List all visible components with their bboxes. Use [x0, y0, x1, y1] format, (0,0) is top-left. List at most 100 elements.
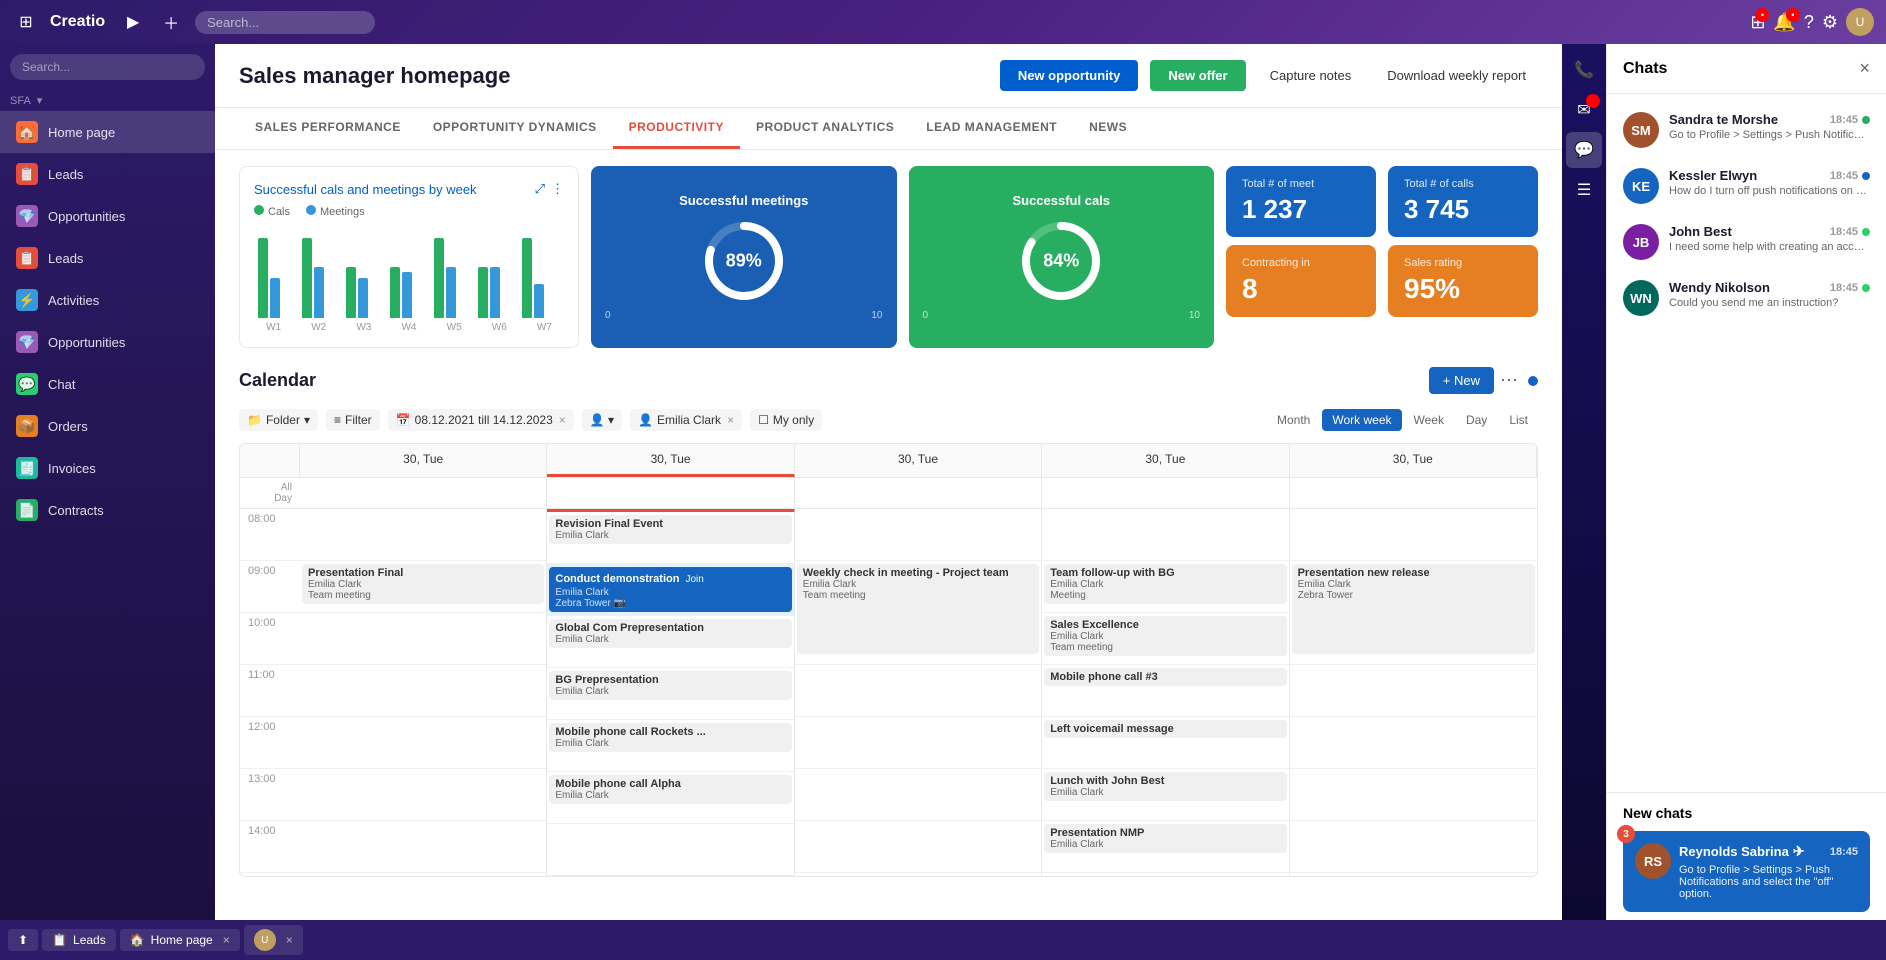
filter-person-clear[interactable]: × — [727, 413, 734, 427]
chart-bar-label: W7 — [525, 322, 564, 333]
top-search-input[interactable] — [195, 11, 375, 34]
capture-notes-button[interactable]: Capture notes — [1258, 60, 1364, 91]
email-icon[interactable]: ✉ — [1566, 92, 1602, 128]
join-button[interactable]: Join — [679, 572, 709, 587]
filter-emilia[interactable]: 👤 Emilia Clark × — [630, 409, 742, 431]
taskbar-homepage[interactable]: 🏠 Home page × — [120, 929, 240, 951]
event-title: BG Prepresentation — [555, 674, 785, 686]
sidebar-item-opportunities2[interactable]: 💎 Opportunities — [0, 321, 215, 363]
taskbar-user-close[interactable]: × — [286, 933, 293, 947]
view-workweek[interactable]: Work week — [1322, 409, 1401, 431]
sidebar-item-contracts[interactable]: 📄 Contracts — [0, 489, 215, 531]
sidebar-item-invoices[interactable]: 🧾 Invoices — [0, 447, 215, 489]
grid-icon[interactable]: ⊞ — [12, 8, 40, 36]
filter-myonly[interactable]: ☐ My only — [750, 409, 822, 431]
filter-date-clear[interactable]: × — [559, 413, 566, 427]
chat-item[interactable]: SM Sandra te Morshe 18:45 Go to Profile … — [1607, 102, 1886, 158]
download-report-button[interactable]: Download weekly report — [1375, 60, 1538, 91]
avatar: KE — [1623, 168, 1659, 204]
notification-icon[interactable]: 🔔 • — [1773, 12, 1795, 33]
taskbar-close[interactable]: × — [223, 933, 230, 947]
sidebar-item-activities[interactable]: ⚡ Activities — [0, 279, 215, 321]
event-mobile-call3[interactable]: Mobile phone call #3 — [1044, 668, 1286, 686]
meetings-donut: 89% — [699, 216, 789, 306]
successful-calls-card: Successful cals 84% 0 10 — [909, 166, 1215, 348]
tab-productivity[interactable]: PRODUCTIVITY — [613, 108, 740, 149]
calendar-new-button[interactable]: + New — [1429, 367, 1494, 394]
view-week[interactable]: Week — [1404, 409, 1454, 431]
col3-1400 — [795, 821, 1041, 873]
event-global-com[interactable]: Global Com Prepresentation Emilia Clark — [549, 619, 791, 648]
filter-filter[interactable]: ≡ Filter — [326, 409, 380, 431]
play-icon[interactable]: ▶ — [119, 8, 147, 36]
new-chat-item[interactable]: 3 RS Reynolds Sabrina ✈ 18:45 Go to Prof… — [1623, 831, 1870, 912]
event-presentation-nmp[interactable]: Presentation NMP Emilia Clark — [1044, 824, 1286, 853]
phone-icon[interactable]: 📞 — [1566, 52, 1602, 88]
plus-icon[interactable]: ＋ — [157, 8, 185, 36]
chat-info: Kessler Elwyn 18:45 How do I turn off pu… — [1669, 168, 1870, 204]
user-avatar[interactable]: U — [1846, 8, 1874, 36]
avatar: SM — [1623, 112, 1659, 148]
event-weekly-checkin[interactable]: Weekly check in meeting - Project team E… — [797, 564, 1039, 654]
sidebar-item-leads1[interactable]: 📋 Leads — [0, 153, 215, 195]
chat-close-button[interactable]: × — [1859, 58, 1870, 79]
col5-0900: Presentation new release Emilia Clark Ze… — [1290, 561, 1537, 665]
event-mobile-rockets[interactable]: Mobile phone call Rockets ... Emilia Cla… — [549, 723, 791, 752]
view-day[interactable]: Day — [1456, 409, 1497, 431]
event-revision-final[interactable]: Revision Final Event Emilia Clark — [549, 515, 791, 544]
event-conduct-demo[interactable]: Conduct demonstration Join Emilia Clark … — [549, 567, 791, 612]
chart-bar-label: W5 — [435, 322, 474, 333]
sidebar-item-leads2[interactable]: 📋 Leads — [0, 237, 215, 279]
sidebar-item-chat[interactable]: 💬 Chat — [0, 363, 215, 405]
taskbar-expand[interactable]: ⬆ — [8, 929, 38, 951]
settings-icon[interactable]: ⚙ — [1822, 12, 1838, 33]
new-opportunity-button[interactable]: New opportunity — [1000, 60, 1139, 91]
sidebar-item-opportunities[interactable]: 💎 Opportunities — [0, 195, 215, 237]
tab-news[interactable]: NEWS — [1073, 108, 1143, 149]
event-presentation-final[interactable]: Presentation Final Emilia Clark Team mee… — [302, 564, 544, 604]
contracts-icon: 📄 — [16, 499, 38, 521]
bar-calls — [258, 238, 268, 318]
event-lunch-johnbest[interactable]: Lunch with John Best Emilia Clark — [1044, 772, 1286, 801]
chat-preview: I need some help with creating an accoun… — [1669, 241, 1870, 253]
tab-opportunity-dynamics[interactable]: OPPORTUNITY DYNAMICS — [417, 108, 613, 149]
event-bg-pre[interactable]: BG Prepresentation Emilia Clark — [549, 671, 791, 700]
chat-panel-icon[interactable]: 💬 — [1566, 132, 1602, 168]
taskbar-home-label: Home page — [151, 933, 213, 947]
cal-day-headers: 30, Tue 30, Tue 30, Tue 30, Tue 30, Tue — [240, 444, 1537, 478]
chat-panel-title: Chats — [1623, 60, 1859, 78]
view-month[interactable]: Month — [1267, 409, 1320, 431]
chat-item[interactable]: WN Wendy Nikolson 18:45 Could you send m… — [1607, 270, 1886, 326]
sidebar-item-home[interactable]: 🏠 Home page — [0, 111, 215, 153]
more-icon[interactable]: ⋮ — [551, 181, 564, 197]
tab-product-analytics[interactable]: PRODUCT ANALYTICS — [740, 108, 910, 149]
chat-item[interactable]: KE Kessler Elwyn 18:45 How do I turn off… — [1607, 158, 1886, 214]
taskbar-user[interactable]: U × — [244, 925, 303, 955]
cal-day-4: 30, Tue — [1042, 444, 1289, 477]
grid-apps-icon[interactable]: ⊞ • — [1750, 12, 1765, 33]
tab-lead-management[interactable]: LEAD MANAGEMENT — [910, 108, 1073, 149]
event-team-followup[interactable]: Team follow-up with BG Emilia Clark Meet… — [1044, 564, 1286, 604]
tab-sales-performance[interactable]: SALES PERFORMANCE — [239, 108, 417, 149]
event-mobile-alpha[interactable]: Mobile phone call Alpha Emilia Clark — [549, 775, 791, 804]
sidebar-item-orders[interactable]: 📦 Orders — [0, 405, 215, 447]
event-person: Emilia Clark — [803, 579, 1033, 590]
event-sales-excellence[interactable]: Sales Excellence Emilia Clark Team meeti… — [1044, 616, 1286, 656]
logo: Creatio — [50, 13, 105, 31]
sidebar-search-input[interactable] — [10, 54, 205, 80]
view-list[interactable]: List — [1499, 409, 1538, 431]
expand-icon[interactable]: ⤢ — [535, 181, 545, 197]
filter-date[interactable]: 📅 08.12.2021 till 14.12.2023 × — [388, 409, 574, 431]
event-person: Emilia Clark — [555, 587, 785, 598]
chat-item[interactable]: JB John Best 18:45 I need some help with… — [1607, 214, 1886, 270]
help-icon[interactable]: ? — [1804, 12, 1814, 33]
event-presentation-release[interactable]: Presentation new release Emilia Clark Ze… — [1292, 564, 1535, 654]
filter-person[interactable]: 👤 ▾ — [582, 409, 622, 431]
stat-tiles: Total # of meet 1 237 Contracting in 8 — [1226, 166, 1376, 348]
new-offer-button[interactable]: New offer — [1150, 60, 1245, 91]
calendar-more-button[interactable]: ⋯ — [1494, 364, 1524, 397]
filter-folder[interactable]: 📁 Folder ▾ — [239, 409, 318, 431]
event-voicemail[interactable]: Left voicemail message — [1044, 720, 1286, 738]
taskbar-leads[interactable]: 📋 Leads — [42, 929, 116, 951]
list-icon[interactable]: ☰ — [1566, 172, 1602, 208]
